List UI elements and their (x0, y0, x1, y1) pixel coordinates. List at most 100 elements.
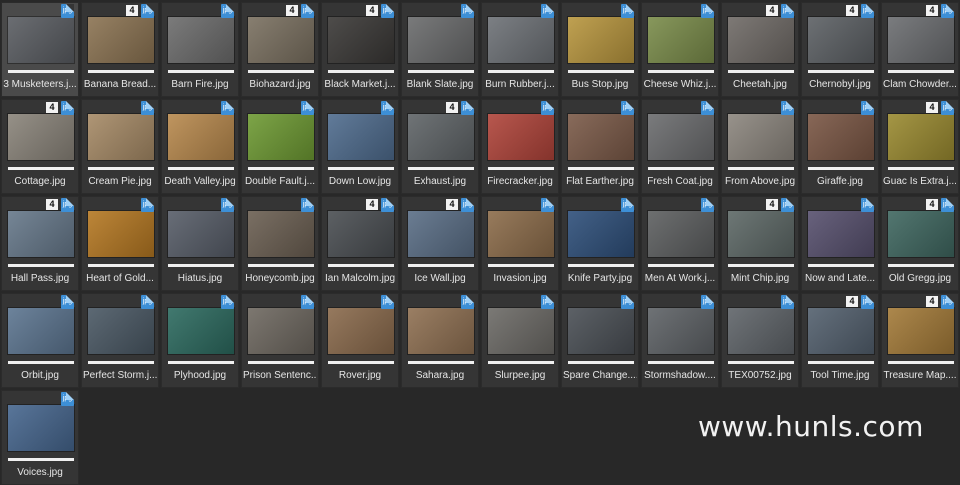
thumbnail-item[interactable]: jpg Now and Late... (801, 196, 879, 291)
thumbnail-item[interactable]: 4 jpg Black Market.j... (321, 2, 399, 97)
texture-thumbnail[interactable] (168, 17, 234, 63)
thumbnail-item[interactable]: jpg Stormshadow.... (641, 293, 719, 388)
thumbnail-item[interactable]: 4 jpg Ice Wall.jpg (401, 196, 479, 291)
thumbnail-item[interactable]: jpg From Above.jpg (721, 99, 799, 194)
texture-thumbnail[interactable] (8, 17, 74, 63)
texture-thumbnail[interactable] (88, 308, 154, 354)
thumbnail-item[interactable]: jpg Firecracker.jpg (481, 99, 559, 194)
thumbnail-item[interactable]: jpg Flat Earther.jpg (561, 99, 639, 194)
thumbnail-item[interactable]: jpg TEX00752.jpg (721, 293, 799, 388)
texture-thumbnail[interactable] (408, 114, 474, 160)
thumbnail-item[interactable]: 4 jpg Hall Pass.jpg (1, 196, 79, 291)
thumbnail-item[interactable]: 4 jpg Chernobyl.jpg (801, 2, 879, 97)
texture-thumbnail[interactable] (648, 17, 714, 63)
thumbnail-item[interactable]: jpg Down Low.jpg (321, 99, 399, 194)
texture-thumbnail[interactable] (88, 17, 154, 63)
texture-thumbnail[interactable] (488, 308, 554, 354)
thumbnail-item[interactable]: jpg Slurpee.jpg (481, 293, 559, 388)
texture-thumbnail[interactable] (8, 114, 74, 160)
texture-thumbnail[interactable] (728, 211, 794, 257)
thumbnail-item[interactable]: jpg Honeycomb.jpg (241, 196, 319, 291)
texture-thumbnail[interactable] (8, 405, 74, 451)
texture-thumbnail[interactable] (728, 308, 794, 354)
texture-thumbnail[interactable] (248, 211, 314, 257)
texture-thumbnail[interactable] (808, 211, 874, 257)
texture-thumbnail[interactable] (648, 114, 714, 160)
texture-thumbnail[interactable] (888, 114, 954, 160)
thumbnail-item[interactable]: jpg Barn Fire.jpg (161, 2, 239, 97)
thumbnail-item[interactable]: 4 jpg Tool Time.jpg (801, 293, 879, 388)
thumbnail-item[interactable]: 4 jpg Clam Chowder... (881, 2, 959, 97)
thumbnail-item[interactable]: 4 jpg Treasure Map.... (881, 293, 959, 388)
texture-thumbnail[interactable] (328, 308, 394, 354)
thumbnail-item[interactable]: jpg Double Fault.j... (241, 99, 319, 194)
texture-thumbnail[interactable] (328, 17, 394, 63)
thumbnail-item[interactable]: jpg Hiatus.jpg (161, 196, 239, 291)
thumbnail-item[interactable]: 4 jpg Biohazard.jpg (241, 2, 319, 97)
texture-thumbnail[interactable] (728, 114, 794, 160)
texture-thumbnail[interactable] (888, 17, 954, 63)
thumbnail-item[interactable]: jpg 3 Musketeers.j... (1, 2, 79, 97)
thumbnail-item[interactable]: jpg Orbit.jpg (1, 293, 79, 388)
thumbnail-item[interactable]: jpg Plyhood.jpg (161, 293, 239, 388)
thumbnail-item[interactable]: 4 jpg Cheetah.jpg (721, 2, 799, 97)
thumbnail-item[interactable]: 4 jpg Guac Is Extra.j... (881, 99, 959, 194)
texture-thumbnail[interactable] (88, 114, 154, 160)
thumbnail-item[interactable]: jpg Death Valley.jpg (161, 99, 239, 194)
texture-thumbnail[interactable] (808, 308, 874, 354)
texture-thumbnail[interactable] (488, 17, 554, 63)
texture-thumbnail[interactable] (408, 308, 474, 354)
file-name: Black Market.j... (324, 79, 396, 90)
thumbnail-item[interactable]: jpg Heart of Gold... (81, 196, 159, 291)
thumbnail-item[interactable]: jpg Cream Pie.jpg (81, 99, 159, 194)
texture-thumbnail[interactable] (888, 308, 954, 354)
texture-thumbnail[interactable] (248, 17, 314, 63)
thumbnail-item[interactable]: jpg Cheese Whiz.j... (641, 2, 719, 97)
thumbnail-item[interactable]: jpg Burn Rubber.j... (481, 2, 559, 97)
texture-thumbnail[interactable] (808, 17, 874, 63)
texture-thumbnail[interactable] (88, 211, 154, 257)
texture-thumbnail[interactable] (408, 211, 474, 257)
thumbnail-item[interactable]: jpg Sahara.jpg (401, 293, 479, 388)
file-name: From Above.jpg (724, 176, 796, 187)
texture-thumbnail[interactable] (568, 114, 634, 160)
thumbnail-item[interactable]: jpg Men At Work.j... (641, 196, 719, 291)
texture-thumbnail[interactable] (648, 211, 714, 257)
texture-thumbnail[interactable] (408, 17, 474, 63)
texture-thumbnail[interactable] (328, 114, 394, 160)
thumbnail-item[interactable]: 4 jpg Cottage.jpg (1, 99, 79, 194)
texture-thumbnail[interactable] (888, 211, 954, 257)
thumbnail-item[interactable]: jpg Bus Stop.jpg (561, 2, 639, 97)
texture-thumbnail[interactable] (8, 308, 74, 354)
texture-thumbnail[interactable] (248, 114, 314, 160)
thumbnail-item[interactable]: jpg Voices.jpg (1, 390, 79, 485)
texture-thumbnail[interactable] (728, 17, 794, 63)
texture-thumbnail[interactable] (168, 114, 234, 160)
thumbnail-item[interactable]: jpg Blank Slate.jpg (401, 2, 479, 97)
texture-thumbnail[interactable] (168, 211, 234, 257)
texture-thumbnail[interactable] (808, 114, 874, 160)
texture-thumbnail[interactable] (8, 211, 74, 257)
texture-thumbnail[interactable] (568, 211, 634, 257)
texture-thumbnail[interactable] (568, 17, 634, 63)
texture-thumbnail[interactable] (648, 308, 714, 354)
thumbnail-item[interactable]: jpg Knife Party.jpg (561, 196, 639, 291)
thumbnail-item[interactable]: 4 jpg Exhaust.jpg (401, 99, 479, 194)
texture-thumbnail[interactable] (328, 211, 394, 257)
thumbnail-item[interactable]: jpg Giraffe.jpg (801, 99, 879, 194)
texture-thumbnail[interactable] (488, 114, 554, 160)
texture-thumbnail[interactable] (568, 308, 634, 354)
texture-thumbnail[interactable] (248, 308, 314, 354)
thumbnail-item[interactable]: 4 jpg Mint Chip.jpg (721, 196, 799, 291)
thumbnail-item[interactable]: jpg Fresh Coat.jpg (641, 99, 719, 194)
thumbnail-item[interactable]: 4 jpg Ian Malcolm.jpg (321, 196, 399, 291)
thumbnail-item[interactable]: jpg Prison Sentenc... (241, 293, 319, 388)
texture-thumbnail[interactable] (168, 308, 234, 354)
thumbnail-item[interactable]: jpg Spare Change.... (561, 293, 639, 388)
thumbnail-item[interactable]: jpg Perfect Storm.j... (81, 293, 159, 388)
thumbnail-item[interactable]: jpg Invasion.jpg (481, 196, 559, 291)
thumbnail-item[interactable]: jpg Rover.jpg (321, 293, 399, 388)
thumbnail-item[interactable]: 4 jpg Old Gregg.jpg (881, 196, 959, 291)
texture-thumbnail[interactable] (488, 211, 554, 257)
thumbnail-item[interactable]: 4 jpg Banana Bread... (81, 2, 159, 97)
